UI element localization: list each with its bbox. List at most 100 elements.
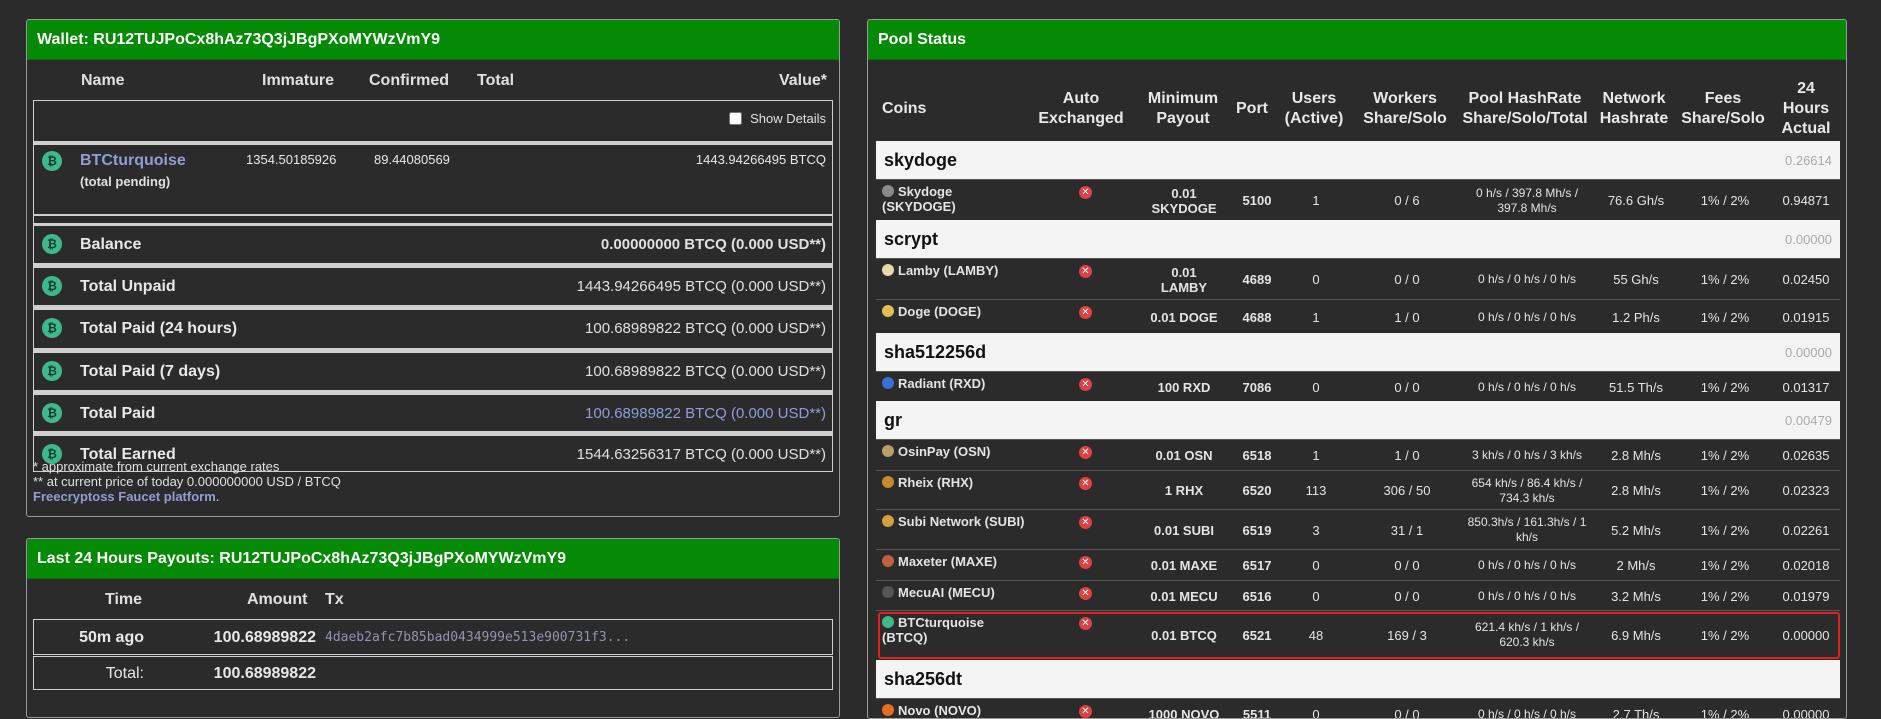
net-value: 2 Mh/s [1594,550,1678,581]
coin-name[interactable]: Skydoge(SKYDOGE) [882,184,956,214]
balance-label: Balance [80,236,141,254]
net-value: 3.2 Mh/s [1594,581,1678,611]
payout-tx-link[interactable]: 4daeb2afc7b85bad0434999e513e900731f3... [325,630,630,645]
coin-name-text: OsinPay (OSN) [882,444,990,459]
net-value: 2.8 Mh/s [1594,471,1678,510]
coin-name[interactable]: OsinPay (OSN) [882,444,990,459]
coin-name[interactable]: Novo (NOVO) [882,703,981,718]
workers-value: 31 / 1 [1354,510,1460,550]
coin-name[interactable]: Rheix (RHX) [882,475,973,490]
total-paid-7d-row: ₿ Total Paid (7 days) 100.68989822 BTCQ … [33,352,833,391]
not-exchanged-icon: ✕ [1079,306,1092,319]
port: 7086 [1231,372,1283,402]
port: 4688 [1231,300,1283,334]
btcq-coin-icon: ₿ [42,276,62,296]
not-exchanged-icon: ✕ [1079,516,1092,529]
min-payout: 1000 NOVO [1139,699,1229,719]
algo-name: scrypt [884,229,938,250]
port: 6516 [1231,581,1283,611]
coin-name-link[interactable]: BTCturquoise [80,152,186,170]
payout-time: 50m ago [34,629,144,647]
pool-hashrate: 3 kh/s / 0 h/s / 3 kh/s [1462,440,1592,471]
fees-value: 1% / 2% [1678,300,1772,334]
fees-value: 1% / 2% [1678,440,1772,471]
algo-row-skydoge: skydoge 0.26614 [876,141,1840,179]
show-details-label: Show Details [750,111,826,126]
total-paid-value-link[interactable]: 100.68989822 BTCQ (0.000 USD**) [585,405,826,422]
min-payout: 0.01 OSN [1139,440,1229,471]
payouts-panel: Last 24 Hours Payouts: RU12TUJPoCx8hAz73… [26,538,840,718]
coin-name[interactable]: Doge (DOGE) [882,304,981,319]
wallet-title: Wallet: RU12TUJPoCx8hAz73Q3jJBgPXoMYWzVm… [27,20,839,60]
pool-hashrate: 0 h/s / 0 h/s / 0 h/s [1462,300,1592,334]
btcq-coin-icon: ₿ [42,361,62,381]
actual-value: 0.02261 [1774,510,1838,550]
not-exchanged-icon: ✕ [1079,477,1092,490]
coin-name[interactable]: Subi Network (SUBI) [882,514,1024,529]
algo-value: 0.26614 [1785,153,1832,168]
total-paid-24h-row: ₿ Total Paid (24 hours) 100.68989822 BTC… [33,309,833,349]
not-exchanged-icon: ✕ [1079,446,1092,459]
coin-row: Doge (DOGE)✕0.01 DOGE468811 / 01.2 Ph/s1… [876,299,1840,333]
fees-value: 1% / 2% [1678,180,1772,221]
hashrate-line: 0 h/s / 0 h/s / 0 h/s [1478,707,1576,719]
workers-value: 306 / 50 [1354,471,1460,510]
hashrate-line: 0 h/s / 0 h/s / 0 h/s [1478,272,1576,287]
coin-pending-label: (total pending) [80,174,170,189]
fees-value: 1% / 2% [1678,471,1772,510]
col-amount: Amount [247,591,307,609]
min-payout-line: 1000 NOVO [1149,707,1220,719]
actual-value: 0.01915 [1774,300,1838,334]
fees-value: 1% / 2% [1678,699,1772,719]
pool-hashrate: 0 h/s / 0 h/s / 0 h/s [1462,699,1592,719]
btcq-coin-icon: ₿ [42,151,62,171]
not-exchanged-icon: ✕ [1079,705,1092,718]
net-value: 76.6 Gh/s [1594,180,1678,221]
users-value: 1 [1278,300,1354,334]
show-details-checkbox[interactable] [729,112,742,125]
col-total: Total [477,72,514,90]
balance-row: ₿ Balance 0.00000000 BTCQ (0.000 USD**) [33,225,833,264]
payouts-table-header: Time Amount Tx [27,579,839,619]
col-time: Time [105,591,142,609]
coin-name[interactable]: Maxeter (MAXE) [882,554,997,569]
coin-name[interactable]: Radiant (RXD) [882,376,985,391]
coin-row: OsinPay (OSN) ✕ 0.01 OSN651811 / 0 2.8 Mh/s… [876,439,1840,470]
coin-name-text: Novo (NOVO) [882,703,981,718]
payout-total-row: Total: 100.68989822 [33,656,833,690]
min-payout: 1 RHX [1139,471,1229,510]
payout-amount: 100.68989822 [154,629,316,647]
coin-name-text: Lamby (LAMBY) [882,263,998,278]
coin-row: Subi Network (SUBI)✕0.01 SUBI6519331 / 1… [876,509,1840,549]
min-payout-line: 0.01 SUBI [1154,523,1214,538]
faucet-link[interactable]: Freecryptoss Faucet platform [33,489,216,504]
coin-row: Radiant (RXD)✕100 RXD708600 / 051.5 Th/s… [876,371,1840,401]
workers-value: 1 / 0 [1354,440,1460,471]
show-details-toggle[interactable]: Show Details [729,111,827,126]
coin-confirmed: 89.44080569 [374,152,450,167]
workers-value: 0 / 0 [1354,372,1460,402]
min-payout-line: 1 RHX [1165,483,1203,498]
fees-value: 1% / 2% [1678,510,1772,550]
coin-name[interactable]: MecuAI (MECU) [882,585,995,600]
net-value: 2.7 Th/s [1594,699,1678,719]
coin-name-text: Radiant (RXD) [882,376,985,391]
min-payout-line: 0.01 MECU [1150,589,1217,604]
min-payout: 0.01 SUBI [1139,510,1229,550]
net-value: 2.8 Mh/s [1594,440,1678,471]
payout-row: 50m ago 100.68989822 4daeb2afc7b85bad043… [33,619,833,655]
total-paid-24h-value: 100.68989822 BTCQ (0.000 USD**) [585,320,826,337]
coin-name[interactable]: Lamby (LAMBY) [882,263,998,278]
coin-name-text: Doge (DOGE) [882,304,981,319]
port: 6518 [1231,440,1283,471]
min-payout-line: 0.01 [1171,186,1196,201]
users-value: 1 [1278,440,1354,471]
faucet-dot: . [216,489,220,504]
users-value: 113 [1278,471,1354,510]
algo-value: 0.00000 [1785,232,1832,247]
algo-row-scrypt: scrypt 0.00000 [876,220,1840,258]
fees-value: 1% / 2% [1678,372,1772,402]
coin-name-text: Maxeter (MAXE) [882,554,997,569]
coin-name-text: Subi Network (SUBI) [882,514,1024,529]
wallet-panel: Wallet: RU12TUJPoCx8hAz73Q3jJBgPXoMYWzVm… [26,19,840,517]
